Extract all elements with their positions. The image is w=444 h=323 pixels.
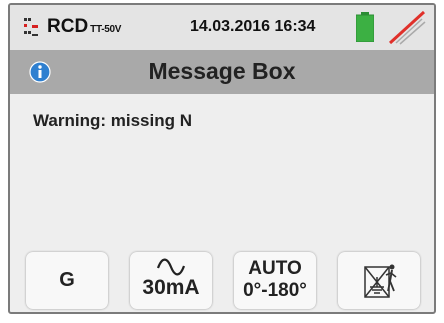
ground-disabled-icon	[364, 264, 397, 298]
mode-sub-label: TT-50V	[90, 24, 122, 35]
status-bar: RCD TT-50V 14.03.2016 16:34	[10, 5, 434, 50]
date: 14.03.2016	[190, 18, 271, 35]
date-time: 14.03.2016 16:34	[190, 18, 315, 36]
g-button[interactable]: G	[26, 252, 108, 309]
g-button-label: G	[59, 269, 75, 291]
auto-phase-button[interactable]: AUTO 0°-180°	[234, 252, 316, 309]
phase-range-label: 0°-180°	[243, 280, 307, 301]
rcd-icon	[24, 18, 38, 36]
page-title: Message Box	[148, 58, 296, 84]
ground-button[interactable]	[338, 252, 420, 309]
time: 16:34	[274, 18, 316, 35]
title-bar: Message Box	[10, 50, 434, 94]
probe-disconnected-icon	[388, 10, 426, 45]
ac-wave-icon	[156, 258, 186, 276]
warning-message: Warning: missing N	[33, 111, 192, 130]
current-button[interactable]: 30mA	[130, 252, 212, 309]
battery-icon	[356, 12, 374, 42]
instrument-screen: RCD TT-50V 14.03.2016 16:34 Message Box W…	[8, 3, 436, 314]
current-button-label: 30mA	[142, 276, 200, 299]
auto-label: AUTO	[248, 258, 302, 279]
mode-label: RCD TT-50V	[47, 16, 122, 37]
